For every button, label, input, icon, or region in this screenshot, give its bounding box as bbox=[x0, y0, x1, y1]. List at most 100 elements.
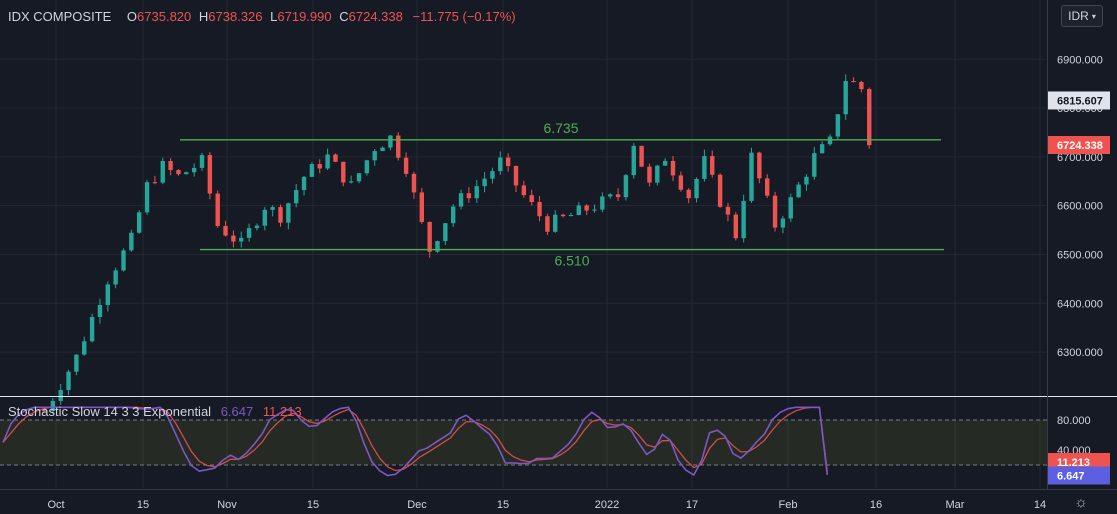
candle-body bbox=[631, 145, 636, 176]
candle-body bbox=[529, 195, 534, 203]
candle-body bbox=[725, 206, 731, 215]
candle-body bbox=[796, 184, 801, 198]
candle-body bbox=[466, 193, 472, 199]
candle-body bbox=[498, 157, 503, 172]
candle-body bbox=[615, 194, 621, 198]
candle-body bbox=[231, 235, 236, 242]
candle-body bbox=[835, 114, 841, 137]
chart-canvas[interactable]: 6.7356.510 6900.0006800.0006700.0006600.… bbox=[0, 0, 1117, 514]
candle-body bbox=[537, 202, 542, 217]
time-tick-label: 14 bbox=[1034, 499, 1046, 511]
time-tick-label: Oct bbox=[47, 499, 64, 511]
price-tick-label: 6900.000 bbox=[1057, 54, 1103, 66]
indicator-legend[interactable]: Stochastic Slow 14 3 3 Exponential 6.647… bbox=[8, 404, 302, 419]
candle-body bbox=[545, 216, 550, 232]
change-value: −11.775 (−0.17%) bbox=[412, 9, 516, 24]
candle-body bbox=[451, 206, 456, 224]
candle-body bbox=[294, 190, 299, 204]
candle-body bbox=[812, 153, 817, 177]
time-tick-label: 2022 bbox=[595, 499, 619, 511]
candle-body bbox=[403, 157, 409, 174]
time-tick-label: Nov bbox=[217, 499, 237, 511]
time-tick-label: 15 bbox=[307, 499, 319, 511]
price-tick-label: 6400.000 bbox=[1057, 298, 1103, 310]
indicator-d-value: 11.213 bbox=[262, 404, 302, 419]
gear-icon[interactable]: ☼ bbox=[1071, 492, 1091, 512]
candle-body bbox=[843, 81, 848, 115]
candle-body bbox=[443, 223, 448, 242]
candle-body bbox=[356, 173, 362, 182]
candle-body bbox=[223, 225, 228, 236]
candle-body bbox=[427, 222, 432, 252]
candle-body bbox=[867, 89, 872, 146]
candle-body bbox=[584, 205, 589, 211]
candle-body bbox=[694, 178, 699, 199]
candle-body bbox=[388, 135, 393, 148]
candle-body bbox=[105, 284, 110, 305]
candle-body bbox=[184, 172, 189, 175]
currency-button[interactable]: IDR ▾ bbox=[1061, 5, 1103, 27]
candle-body bbox=[788, 197, 793, 219]
candle-body bbox=[623, 175, 629, 198]
candle-body bbox=[749, 152, 754, 201]
candle-body bbox=[741, 200, 746, 239]
price-tick-label: 6600.000 bbox=[1057, 201, 1103, 213]
candle-body bbox=[372, 151, 377, 161]
candle-body bbox=[780, 218, 786, 228]
candle-body bbox=[333, 154, 338, 162]
symbol-legend: IDX COMPOSITE O6735.820 H6738.326 L6719.… bbox=[8, 9, 516, 24]
candle-body bbox=[702, 156, 707, 179]
candle-body bbox=[144, 182, 150, 213]
candle-body bbox=[121, 250, 126, 271]
candle-body bbox=[490, 171, 495, 179]
candle-body bbox=[851, 81, 856, 83]
candle-body bbox=[317, 164, 322, 169]
candle-body bbox=[254, 225, 260, 229]
candle-body bbox=[129, 232, 134, 251]
candle-body bbox=[686, 189, 691, 199]
candle-body bbox=[600, 196, 605, 210]
candle-body bbox=[859, 82, 864, 90]
time-tick-label: Mar bbox=[946, 499, 965, 511]
candle-body bbox=[82, 341, 87, 355]
candle-body bbox=[262, 209, 267, 226]
candle-body bbox=[670, 160, 676, 176]
candle-body bbox=[804, 176, 809, 185]
candle-body bbox=[301, 176, 307, 191]
close-label: C bbox=[339, 9, 349, 24]
price-marker-current: 6724.338 bbox=[1057, 140, 1103, 152]
candle-body bbox=[191, 167, 197, 173]
candle-body bbox=[239, 237, 244, 242]
time-tick-label: 17 bbox=[686, 499, 698, 511]
currency-label: IDR bbox=[1068, 9, 1089, 23]
candle-body bbox=[474, 186, 479, 199]
candle-body bbox=[482, 178, 487, 187]
time-tick-label: 15 bbox=[497, 499, 509, 511]
stochastic-tick-label: 80.000 bbox=[1057, 415, 1091, 427]
high-label: H bbox=[198, 9, 209, 24]
candle-body bbox=[592, 209, 597, 211]
candle-body bbox=[380, 147, 385, 152]
candle-body bbox=[513, 165, 519, 186]
candle-body bbox=[765, 178, 770, 196]
candle-body bbox=[505, 157, 511, 166]
candle-body bbox=[325, 154, 330, 169]
candle-body bbox=[608, 194, 613, 197]
symbol-name[interactable]: IDX COMPOSITE bbox=[8, 9, 111, 24]
candle-body bbox=[733, 214, 738, 239]
time-tick-label: Feb bbox=[779, 499, 798, 511]
price-marker-high: 6815.607 bbox=[1057, 95, 1103, 107]
candle-body bbox=[278, 207, 283, 223]
candle-body bbox=[678, 175, 684, 190]
candle-body bbox=[246, 228, 252, 238]
chart-area[interactable]: 6.7356.510 6900.0006800.0006700.0006600.… bbox=[0, 0, 1117, 514]
candle-body bbox=[160, 161, 165, 183]
candle-body bbox=[576, 205, 581, 216]
low-value: 6719.990 bbox=[277, 9, 332, 24]
indicator-name[interactable]: Stochastic Slow 14 3 3 Exponential bbox=[8, 404, 211, 419]
candle-body bbox=[655, 165, 660, 183]
candle-body bbox=[270, 207, 275, 210]
candle-body bbox=[396, 135, 401, 158]
close-value: 6724.338 bbox=[348, 9, 403, 24]
candle-body bbox=[309, 164, 315, 177]
